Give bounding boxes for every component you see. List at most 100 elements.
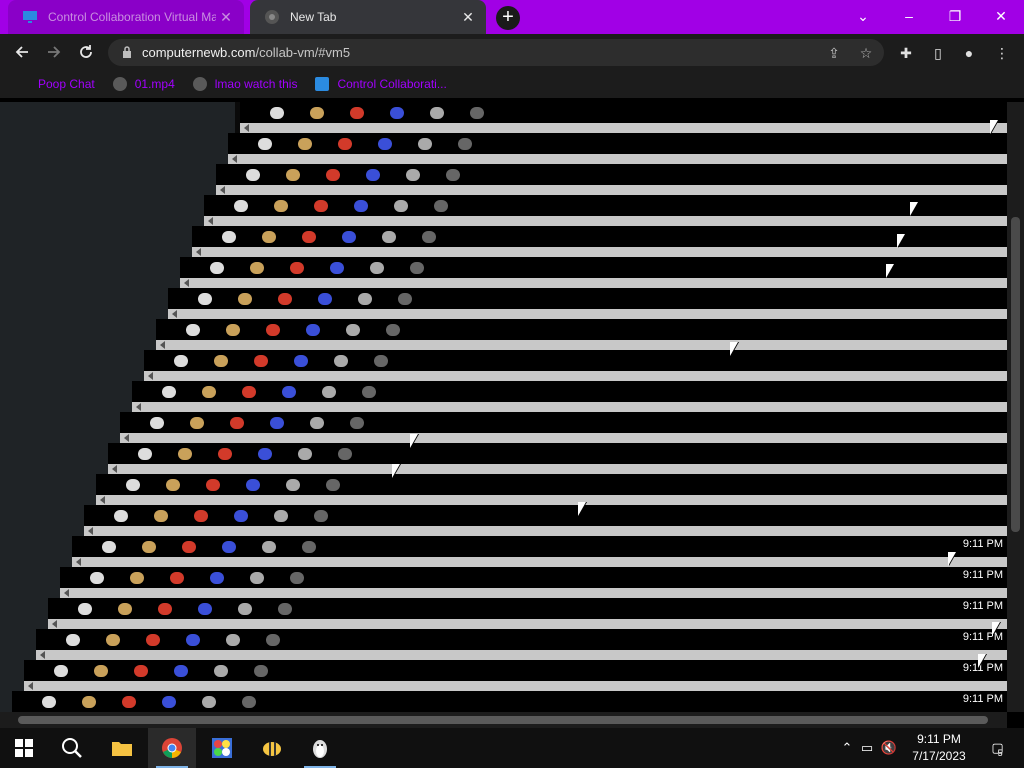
vm-taskbar-strip <box>240 123 1007 133</box>
vm-app-icon <box>226 324 240 336</box>
vm-app-icon <box>390 107 404 119</box>
vm-taskbar-icons <box>198 292 412 306</box>
minimize-button[interactable]: – <box>886 0 932 32</box>
vm-app-icon <box>326 479 340 491</box>
vm-taskbar-strip <box>60 588 1007 598</box>
address-bar[interactable]: computernewb.com/collab-vm/#vm5 ⇪ ☆ <box>108 39 884 66</box>
vm-app-icon <box>370 262 384 274</box>
bookmark-star-icon[interactable]: ☆ <box>856 43 876 63</box>
vm-app-icon <box>234 510 248 522</box>
vm-app-icon <box>350 107 364 119</box>
vm-display[interactable]: 9:11 PM 9:11 PM 9:11 PM 9:11 PM 9:11 PM 9:11 … <box>0 102 1007 712</box>
vm-app-icon <box>310 107 324 119</box>
penguin-app-button[interactable] <box>296 728 344 768</box>
show-hidden-icons-icon[interactable]: ⌃ <box>838 740 856 756</box>
volume-muted-icon[interactable]: 🔇 <box>878 740 900 756</box>
scrollbar-thumb[interactable] <box>18 716 988 724</box>
bee-icon <box>263 742 281 756</box>
vm-app-icon <box>318 293 332 305</box>
vm-app-icon <box>94 665 108 677</box>
vm-app-icon <box>278 603 292 615</box>
restore-button[interactable]: ❐ <box>932 0 978 32</box>
vm-app-icon <box>162 696 176 708</box>
vm-app-icon <box>266 634 280 646</box>
forward-button[interactable] <box>40 38 68 66</box>
vm-app-icon <box>114 510 128 522</box>
app-grid-icon <box>212 738 232 758</box>
colorful-app-button[interactable] <box>198 728 246 768</box>
vm-app-icon <box>178 448 192 460</box>
vm-app-icon <box>202 696 216 708</box>
vm-app-icon <box>214 355 228 367</box>
bookmark-label: Poop Chat <box>38 77 95 91</box>
vm-app-icon <box>314 200 328 212</box>
chrome-taskbar-button[interactable] <box>148 728 196 768</box>
close-window-button[interactable]: ✕ <box>978 0 1024 32</box>
profile-icon[interactable]: ● <box>958 42 980 64</box>
vm-app-icon <box>122 696 136 708</box>
tab-new-tab[interactable]: New Tab ✕ <box>250 0 486 34</box>
vm-app-icon <box>250 262 264 274</box>
vm-app-icon <box>278 293 292 305</box>
tab-title: Control Collaboration Virtual Ma... <box>48 10 216 24</box>
tab-search-button[interactable]: ⌄ <box>840 0 886 32</box>
taskbar-clock[interactable]: 9:11 PM 7/17/2023 <box>904 731 974 765</box>
vm-app-icon <box>394 200 408 212</box>
scroll-left-arrow-icon <box>160 341 165 349</box>
vm-taskbar-icons <box>246 168 460 182</box>
vm-taskbar-strip <box>132 402 1007 412</box>
share-icon[interactable]: ⇪ <box>824 43 844 63</box>
close-tab-icon[interactable]: ✕ <box>458 9 478 26</box>
vm-taskbar-strip <box>228 154 1007 164</box>
vm-app-icon <box>266 324 280 336</box>
vm-app-icon <box>202 386 216 398</box>
menu-kebab-icon[interactable]: ⋮ <box>991 42 1013 64</box>
vm-app-icon <box>158 603 172 615</box>
penguin-icon <box>313 740 327 758</box>
side-panel-icon[interactable]: ▯ <box>927 42 949 64</box>
vm-taskbar-icons <box>162 385 376 399</box>
bookmark-01-mp4[interactable]: 01.mp4 <box>112 77 175 91</box>
horizontal-scrollbar[interactable] <box>0 712 1007 728</box>
new-tab-button[interactable]: + <box>496 6 520 30</box>
vm-taskbar-icons <box>138 447 352 461</box>
scroll-left-arrow-icon <box>88 527 93 535</box>
back-button[interactable] <box>8 38 36 66</box>
vertical-scrollbar[interactable] <box>1007 102 1024 712</box>
notification-center-button[interactable]: ▢ 5 <box>982 728 1012 768</box>
mouse-cursor-icon <box>392 464 400 478</box>
tab-control-collaboration[interactable]: Control Collaboration Virtual Ma... ✕ <box>8 0 244 34</box>
vm-app-icon <box>222 541 236 553</box>
file-explorer-button[interactable] <box>98 728 146 768</box>
extensions-puzzle-icon[interactable]: ✚ <box>895 42 917 64</box>
vm-app-icon <box>174 665 188 677</box>
vm-app-icon <box>322 386 336 398</box>
vm-taskbar-strip <box>24 681 1007 691</box>
bee-app-button[interactable] <box>248 728 296 768</box>
vm-app-icon <box>382 231 396 243</box>
scrollbar-thumb[interactable] <box>1011 217 1020 532</box>
vm-taskbar-trail <box>156 319 1007 350</box>
chrome-icon <box>265 10 279 24</box>
vm-app-icon <box>106 634 120 646</box>
start-button[interactable] <box>0 728 48 768</box>
mouse-cursor-icon <box>730 342 738 356</box>
vm-app-icon <box>246 169 260 181</box>
network-icon[interactable]: ▭ <box>856 740 878 756</box>
search-button[interactable] <box>48 728 96 768</box>
bookmark-control-collaboration[interactable]: Control Collaborati... <box>315 77 447 91</box>
globe-icon <box>192 77 207 91</box>
vm-app-icon <box>354 200 368 212</box>
reload-button[interactable] <box>72 38 100 66</box>
vm-app-icon <box>258 448 272 460</box>
globe-icon <box>112 77 127 91</box>
close-tab-icon[interactable]: ✕ <box>216 9 236 26</box>
vm-taskbar-icons <box>66 633 280 647</box>
vm-app-icon <box>366 169 380 181</box>
scroll-left-arrow-icon <box>196 248 201 256</box>
bookmark-poop-chat[interactable]: Poop Chat <box>38 77 95 91</box>
mouse-cursor-icon <box>578 502 586 516</box>
bookmark-lmao-watch-this[interactable]: lmao watch this <box>192 77 297 91</box>
vm-taskbar-trail <box>204 195 1007 226</box>
browser-toolbar: computernewb.com/collab-vm/#vm5 ⇪ ☆ ✚ ▯ … <box>0 34 1024 70</box>
